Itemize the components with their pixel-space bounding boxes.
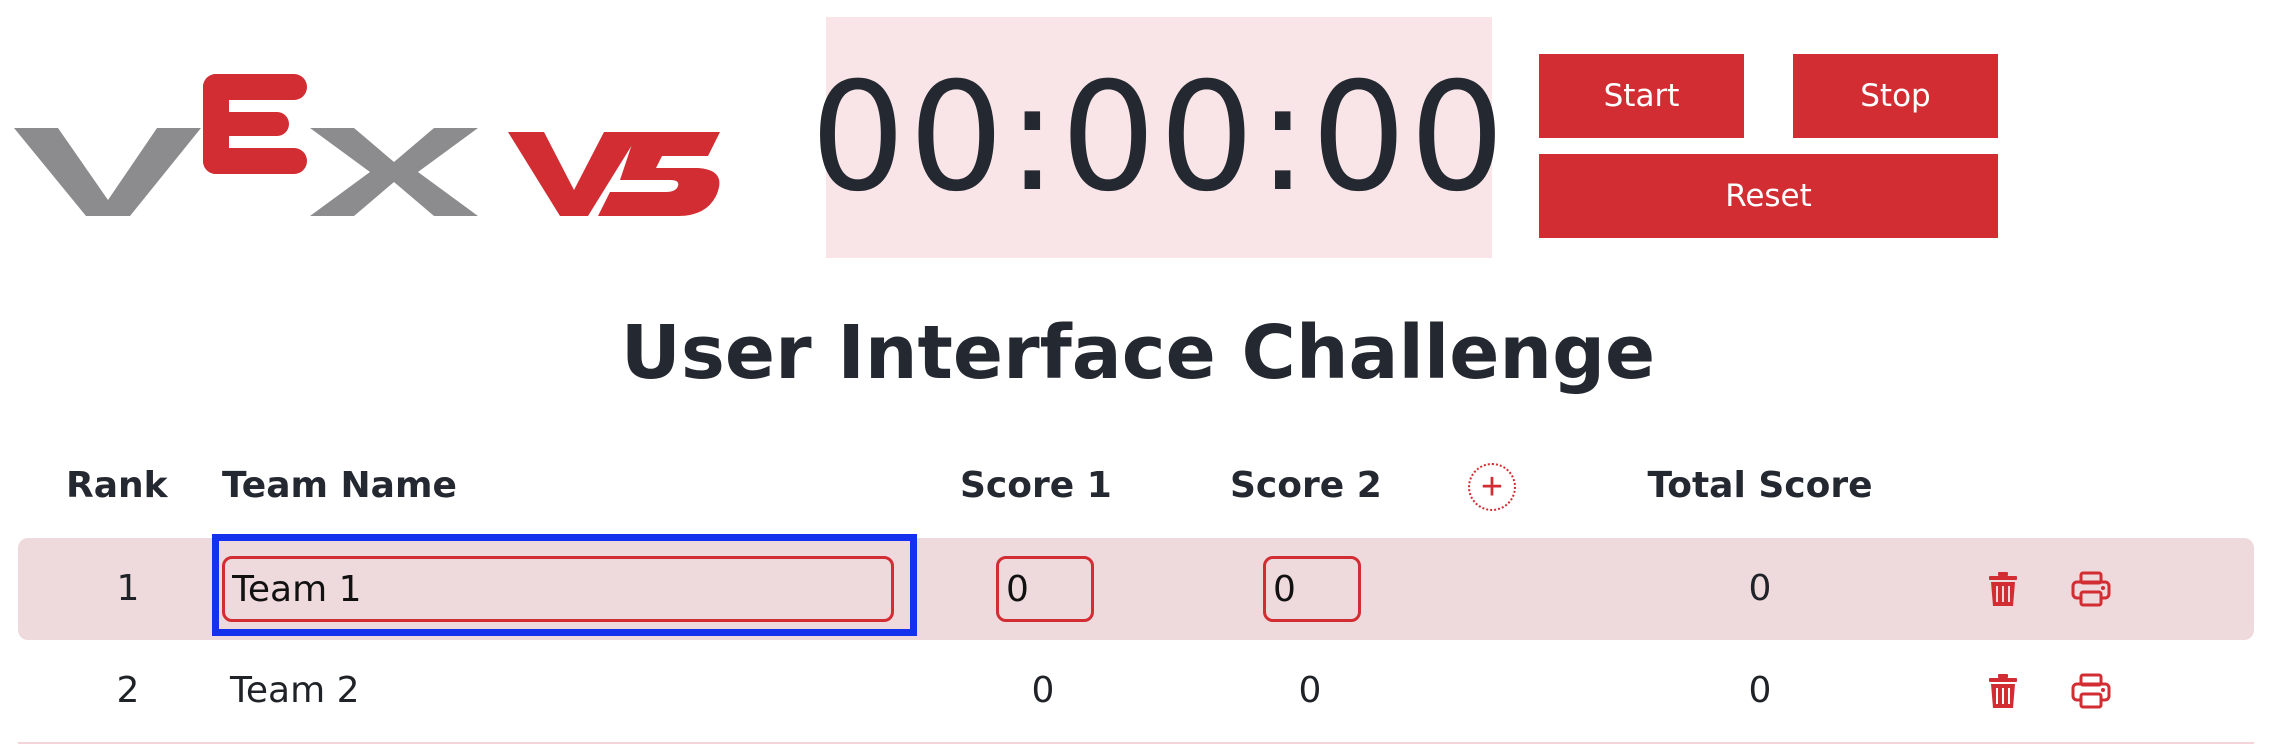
score-2-cell[interactable]: 0: [1260, 640, 1360, 742]
vex-v5-logo-graphic: [14, 74, 720, 216]
printer-icon: [2071, 673, 2111, 709]
header-score-2: Score 2: [1230, 465, 1382, 506]
start-button[interactable]: Start: [1539, 54, 1744, 138]
rank-cell: 2: [116, 670, 140, 711]
trash-icon: [1989, 572, 2017, 606]
stop-button[interactable]: Stop: [1793, 54, 1998, 138]
app-root: 00:00:00 Start Stop Reset User Interface…: [0, 0, 2276, 746]
timer-panel: 00:00:00: [810, 17, 1505, 258]
printer-icon: [2071, 571, 2111, 607]
team-name-cell[interactable]: Team 2: [230, 640, 830, 742]
total-score-cell: 0: [1748, 670, 1772, 711]
table-row: 2 Team 2 0 0 0: [18, 640, 2254, 742]
team-name-input[interactable]: [222, 556, 894, 622]
trash-icon: [1989, 674, 2017, 708]
add-score-button[interactable]: +: [1468, 463, 1516, 511]
header-score-1: Score 1: [960, 465, 1112, 506]
delete-row-button[interactable]: [1980, 668, 2026, 714]
header-team-name: Team Name: [222, 465, 457, 506]
score-2-input[interactable]: [1263, 556, 1361, 622]
row-divider: [18, 742, 2254, 744]
reset-button[interactable]: Reset: [1539, 154, 1998, 238]
header-total-score: Total Score: [1647, 465, 1873, 506]
page-title: User Interface Challenge: [620, 310, 1656, 396]
total-score-cell: 0: [1748, 568, 1772, 609]
score-1-input[interactable]: [996, 556, 1094, 622]
header-rank: Rank: [66, 465, 168, 506]
vex-v5-logo: [14, 66, 734, 226]
rank-cell: 1: [116, 568, 140, 609]
print-row-button[interactable]: [2068, 668, 2114, 714]
timer-display: 00:00:00: [810, 50, 1508, 225]
print-row-button[interactable]: [2068, 566, 2114, 612]
delete-row-button[interactable]: [1980, 566, 2026, 612]
plus-circle-icon: +: [1480, 466, 1504, 508]
table-row: 1 0: [18, 538, 2254, 640]
score-1-cell[interactable]: 0: [993, 640, 1093, 742]
